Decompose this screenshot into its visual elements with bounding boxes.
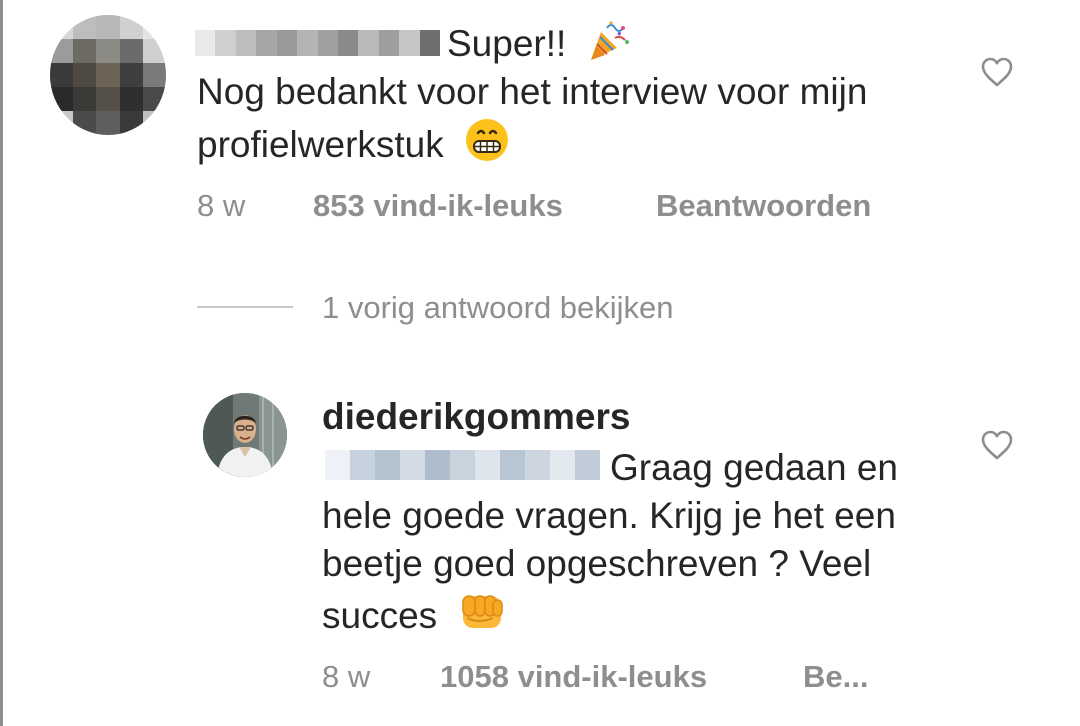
comment-text: Nog bedankt voor het interview voor mijn… (197, 71, 868, 165)
profile-photo-icon (203, 393, 287, 477)
grinning-face-emoji (466, 119, 509, 161)
reply-mention-redacted[interactable] (325, 450, 600, 480)
comment-reply-button[interactable]: Beantwoorden (656, 186, 871, 226)
party-popper-emoji (590, 21, 629, 60)
replies-divider-line (197, 306, 293, 308)
commenter-username-redacted[interactable] (195, 30, 441, 56)
comment-like-count[interactable]: 853 vind-ik-leuks (313, 186, 563, 226)
reply-like-count[interactable]: 1058 vind-ik-leuks (440, 657, 707, 697)
oncoming-fist-emoji (462, 595, 504, 628)
reply-timestamp: 8 w (322, 659, 371, 694)
reply-username[interactable]: diederikgommers (322, 394, 630, 440)
left-edge-border (0, 0, 3, 726)
commenter-avatar-blurred[interactable] (50, 15, 166, 135)
reply-text-first-line: Graag gedaan en (610, 447, 899, 488)
comment-text-first-line: Super!! (447, 18, 631, 69)
reply-text: hele goede vragen. Krijg je het een beet… (322, 495, 896, 636)
heart-outline-icon[interactable] (980, 55, 1014, 89)
reply-reply-button[interactable]: Be... (803, 657, 868, 697)
view-previous-replies-link[interactable]: 1 vorig antwoord bekijken (322, 288, 674, 328)
reply-avatar[interactable] (203, 393, 287, 477)
heart-outline-icon[interactable] (980, 428, 1014, 462)
comment-timestamp: 8 w (197, 188, 246, 223)
